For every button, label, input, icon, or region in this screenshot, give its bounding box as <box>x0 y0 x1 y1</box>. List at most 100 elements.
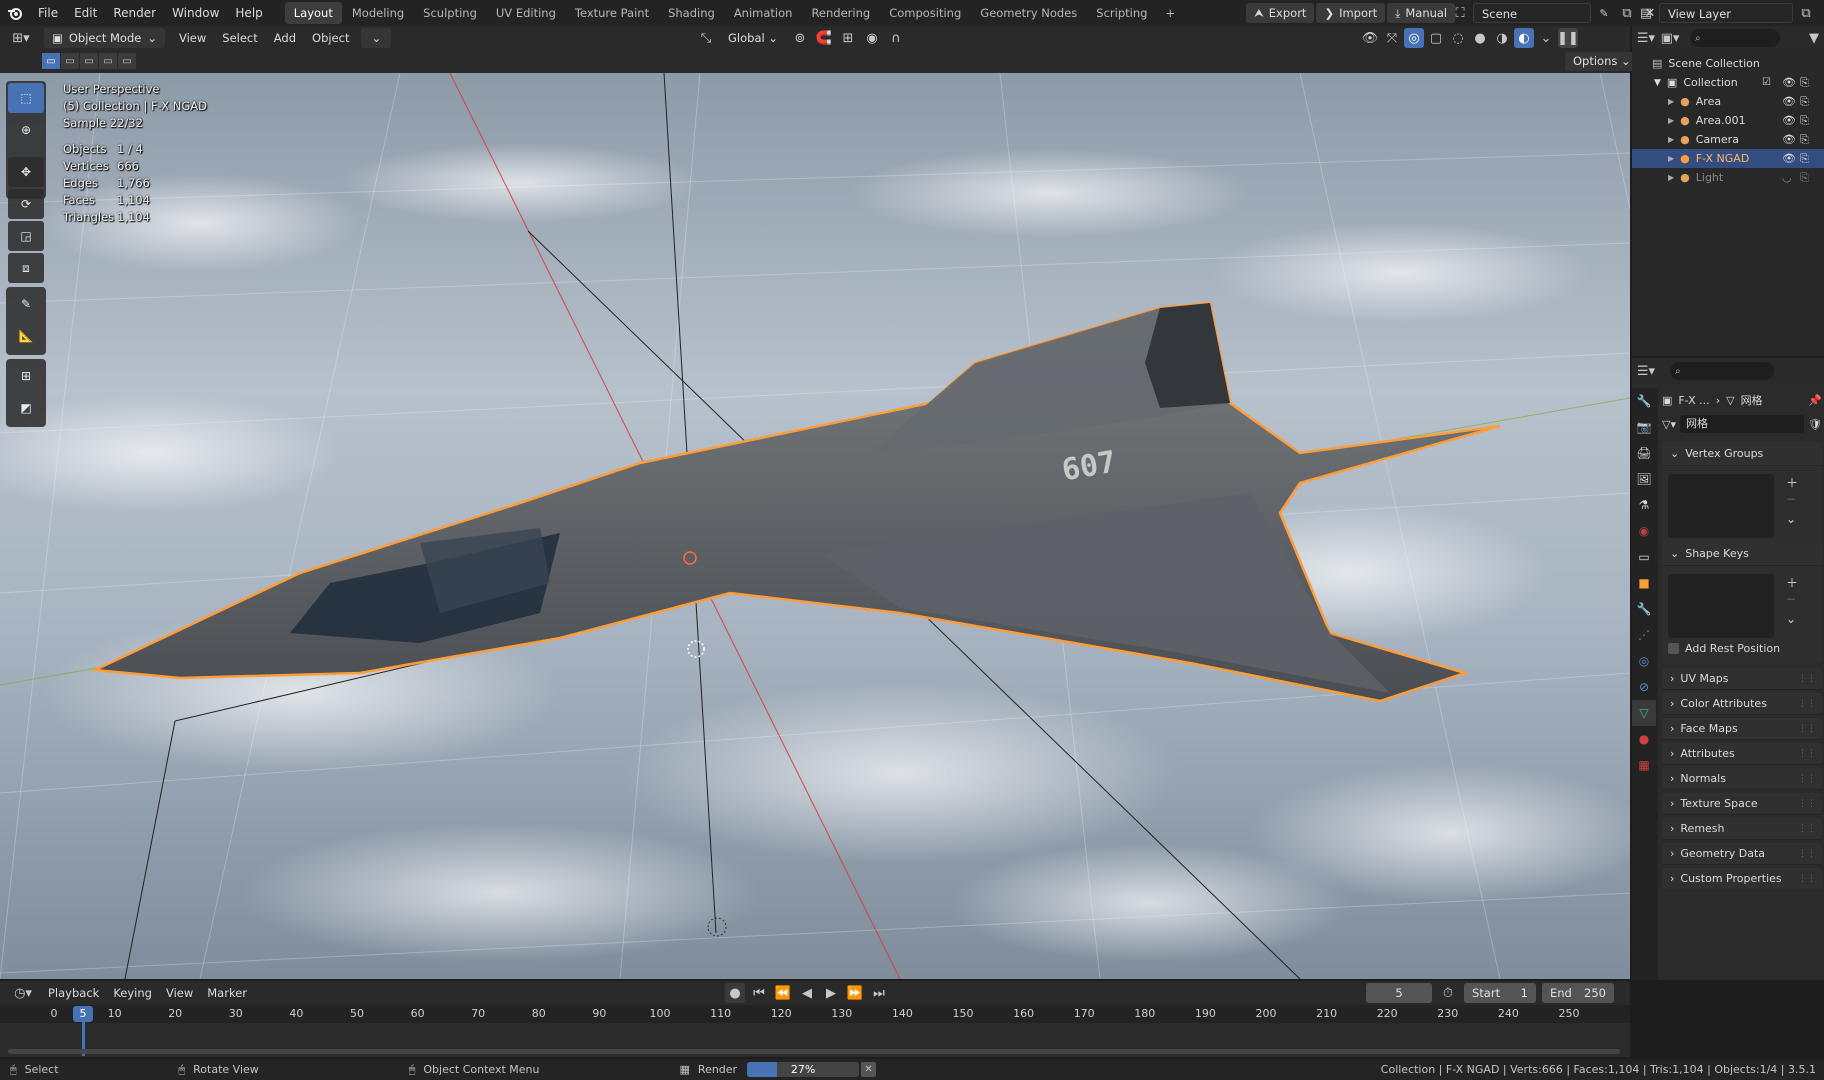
panel-remesh[interactable]: › Remesh ⋮⋮ <box>1662 818 1822 840</box>
editor-type-icon[interactable]: ☰▾ <box>1636 28 1656 48</box>
outliner-search[interactable]: ⌕ <box>1690 29 1780 47</box>
workspace-tab-layout[interactable]: Layout <box>284 2 342 24</box>
export-button[interactable]: ⮝ Export <box>1246 3 1315 23</box>
editor-type-icon[interactable]: ⊞▾ <box>6 28 36 48</box>
transform-orientation[interactable]: Global ⌄ <box>720 28 786 48</box>
workspace-tab-modeling[interactable]: Modeling <box>343 2 413 24</box>
eye-icon[interactable]: 👁 <box>1782 76 1796 89</box>
timeline-scrollbar[interactable] <box>8 1049 1620 1054</box>
collection-tab[interactable]: ▭ <box>1632 544 1656 570</box>
add-icon[interactable]: ＋ <box>1786 474 1798 491</box>
menu-file[interactable]: File <box>30 0 66 26</box>
scene-selector[interactable]: Scene <box>1473 3 1591 23</box>
eye-icon[interactable]: 👁 <box>1782 133 1796 146</box>
shape-keys-list[interactable] <box>1668 574 1774 638</box>
playhead-label[interactable]: 5 <box>73 1006 93 1022</box>
scene-collection-row[interactable]: ▤ Scene Collection <box>1632 54 1824 73</box>
render-tab[interactable]: 📷 <box>1632 414 1656 440</box>
scene-tab[interactable]: ⚗ <box>1632 492 1656 518</box>
drag-handle-icon[interactable]: ⋮⋮ <box>1798 799 1816 809</box>
pin-icon[interactable]: ✎ <box>1594 3 1614 23</box>
expand-icon[interactable]: ▶ <box>1668 173 1674 182</box>
timeline-track[interactable]: 5 0 10 20 30 40 50 60 70 80 90 100 110 120 130 140 150 1… <box>0 981 1630 1057</box>
viewport-menu-view[interactable]: View <box>171 25 214 51</box>
panel-face-maps[interactable]: › Face Maps ⋮⋮ <box>1662 718 1822 740</box>
view-layer-tab[interactable]: 🖼 <box>1632 466 1656 492</box>
scene-icon[interactable]: ⛶ <box>1450 3 1470 23</box>
workspace-tab-animation[interactable]: Animation <box>725 2 802 24</box>
solid-shading-icon[interactable]: ● <box>1470 28 1490 48</box>
orientation-icon[interactable]: ⤡ <box>696 28 716 48</box>
add-rest-position-row[interactable]: Add Rest Position <box>1668 642 1780 655</box>
viewport-menu-object[interactable]: Object <box>304 25 357 51</box>
mesh-icon[interactable]: ▽▾ <box>1662 418 1676 431</box>
drag-handle-icon[interactable]: ⋮⋮ <box>1798 699 1816 709</box>
new-scene-icon[interactable]: ⧉ <box>1617 3 1637 23</box>
outliner-item[interactable]: ▶ ● F-X NGAD 👁 ⎘ <box>1632 149 1824 168</box>
physics-tab[interactable]: ◎ <box>1632 648 1656 674</box>
output-tab[interactable]: 🖨 <box>1632 440 1656 466</box>
panel-normals[interactable]: › Normals ⋮⋮ <box>1662 768 1822 790</box>
panel-attributes[interactable]: › Attributes ⋮⋮ <box>1662 743 1822 765</box>
workspace-tab-sculpting[interactable]: Sculpting <box>414 2 486 24</box>
world-tab[interactable]: ◉ <box>1632 518 1656 544</box>
remove-icon[interactable]: − <box>1786 492 1796 506</box>
drag-handle-icon[interactable]: ⋮⋮ <box>1798 774 1816 784</box>
import-button[interactable]: ❯ Import <box>1316 3 1386 23</box>
modifiers-tab[interactable]: 🔧 <box>1632 596 1656 622</box>
drag-handle-icon[interactable]: ⋮⋮ <box>1798 674 1816 684</box>
eye-icon[interactable]: 👁 <box>1782 152 1796 165</box>
view-layer-selector[interactable]: View Layer <box>1659 3 1793 23</box>
expand-icon[interactable]: ▶ <box>1668 154 1674 163</box>
workspace-tab-rendering[interactable]: Rendering <box>802 2 879 24</box>
vertex-groups-panel[interactable]: ⌄ Vertex Groups <box>1662 442 1822 466</box>
shape-keys-panel[interactable]: ⌄ Shape Keys <box>1662 542 1822 566</box>
particles-tab[interactable]: ⋰ <box>1632 622 1656 648</box>
drag-handle-icon[interactable]: ⋮⋮ <box>1798 724 1816 734</box>
fake-user-icon[interactable]: 🛡 <box>1808 418 1822 431</box>
expand-icon[interactable]: ▶ <box>1668 116 1674 125</box>
remove-icon[interactable]: − <box>1786 592 1796 606</box>
chevron-down-icon[interactable]: ⌄ <box>1786 512 1796 526</box>
panel-geometry-data[interactable]: › Geometry Data ⋮⋮ <box>1662 843 1822 865</box>
camera-restrict-icon[interactable]: ⎘ <box>1800 114 1809 128</box>
vertex-groups-list[interactable] <box>1668 474 1774 538</box>
mode-selector[interactable]: ▣ Object Mode ⌄ <box>44 28 165 48</box>
workspace-tab-geometry-nodes[interactable]: Geometry Nodes <box>971 2 1086 24</box>
falloff-icon[interactable]: ∩ <box>886 28 906 48</box>
outliner-item[interactable]: ▶ ● Area.001 👁 ⎘ <box>1632 111 1824 130</box>
drag-handle-icon[interactable]: ⋮⋮ <box>1798 874 1816 884</box>
properties-search[interactable]: ⌕ <box>1670 362 1774 380</box>
view-layer-icon[interactable]: ▤ <box>1636 3 1656 23</box>
drag-handle-icon[interactable]: ⋮⋮ <box>1798 749 1816 759</box>
viewport-menu-add[interactable]: Add <box>266 25 304 51</box>
tool-tab[interactable]: 🔧 <box>1632 388 1656 414</box>
filter-icon[interactable]: ▼ <box>1804 28 1824 48</box>
panel-texture-space[interactable]: › Texture Space ⋮⋮ <box>1662 793 1822 815</box>
manual-button[interactable]: ⤓ Manual <box>1387 3 1456 23</box>
select-extend-icon[interactable]: ▭ <box>61 53 79 69</box>
workspace-tab-shading[interactable]: Shading <box>659 2 724 24</box>
collection-row[interactable]: ▼ ▣ Collection ☑ 👁 ⎘ <box>1632 73 1824 92</box>
snap-icon[interactable]: 🧲 <box>814 28 834 48</box>
outliner-item[interactable]: ▶ ● Area 👁 ⎘ <box>1632 92 1824 111</box>
options-dropdown[interactable]: Options ⌄ <box>1565 52 1639 71</box>
panel-color-attributes[interactable]: › Color Attributes ⋮⋮ <box>1662 693 1822 715</box>
pivot-icon[interactable]: ⊚ <box>790 28 810 48</box>
viewport-menu-select[interactable]: Select <box>214 25 265 51</box>
extra-tool[interactable]: ◩ <box>8 393 44 423</box>
new-view-layer-icon[interactable]: ⧉ <box>1796 3 1816 23</box>
menu-render[interactable]: Render <box>105 0 164 26</box>
visibility-icon[interactable]: 👁 <box>1360 28 1380 48</box>
wireframe-shading-icon[interactable]: ◌ <box>1448 28 1468 48</box>
select-new-icon[interactable]: ▭ <box>42 53 60 69</box>
move-tool[interactable]: ✥ <box>8 157 44 187</box>
data-tab[interactable]: ▽ <box>1632 700 1656 726</box>
select-box-tool[interactable]: ⬚ <box>8 83 44 113</box>
xray-icon[interactable]: ▢ <box>1426 28 1446 48</box>
camera-restrict-icon[interactable]: ⎘ <box>1800 171 1809 185</box>
mesh-name-field[interactable]: 网格 <box>1679 415 1805 433</box>
expand-icon[interactable]: ▶ <box>1668 135 1674 144</box>
editor-type-icon[interactable]: ☰▾ <box>1636 361 1656 381</box>
proportional-edit-icon[interactable]: ◉ <box>862 28 882 48</box>
